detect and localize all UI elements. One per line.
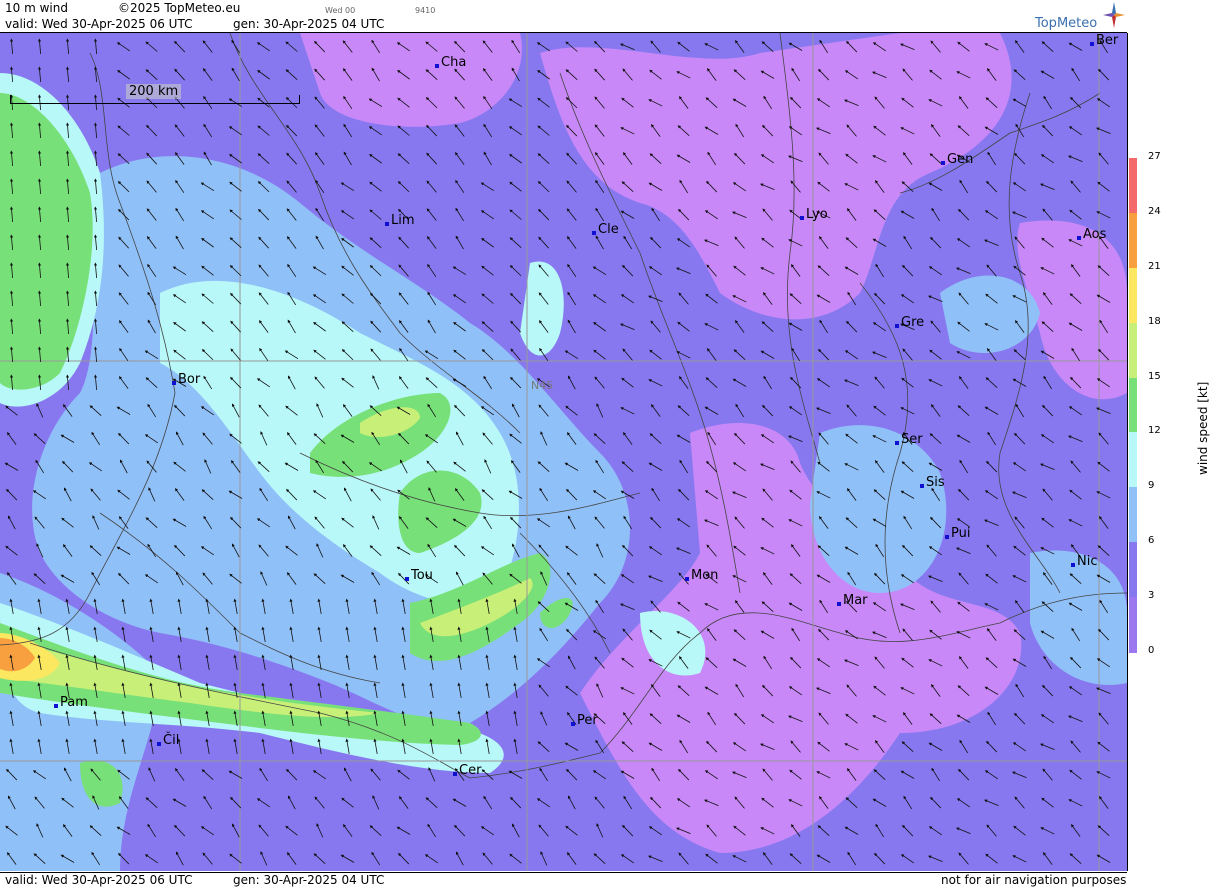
colorbar-title: wind speed [kt] — [1196, 381, 1210, 475]
colorbar-tick-label: 3 — [1148, 590, 1155, 602]
city-marker-icon — [920, 484, 924, 488]
generated-time: gen: 30-Apr-2025 04 UTC — [233, 17, 385, 31]
city-marker-icon — [453, 772, 457, 776]
city-marker-icon — [385, 222, 389, 226]
colorbar-tick-label: 21 — [1148, 260, 1161, 272]
colorbar-segment — [1129, 432, 1137, 489]
colorbar-tick-label: 0 — [1148, 645, 1155, 656]
colorbar-tick-label: 18 — [1148, 315, 1161, 327]
city-marker-icon — [1077, 236, 1081, 240]
wind-speed-colorbar — [1129, 158, 1137, 653]
city-marker-icon — [941, 161, 945, 165]
valid-time: valid: Wed 30-Apr-2025 06 UTC — [5, 17, 193, 31]
frame-label: Wed 00 — [325, 6, 356, 15]
footer-valid-time: valid: Wed 30-Apr-2025 06 UTC — [5, 873, 193, 887]
colorbar-segment — [1129, 212, 1137, 269]
city-marker-icon — [837, 602, 841, 606]
city-marker-icon — [895, 441, 899, 445]
product-title: 10 m wind — [5, 1, 68, 15]
colorbar-segment — [1129, 158, 1137, 214]
city-marker-icon — [54, 704, 58, 708]
code-label: 9410 — [415, 6, 436, 15]
city-marker-icon — [685, 577, 689, 581]
wind-map[interactable]: 200 km N45 Cha Ber Gen Lim Cle Lyo Aos G… — [0, 33, 1128, 871]
colorbar-segment — [1129, 597, 1137, 653]
footer-generated-time: gen: 30-Apr-2025 04 UTC — [233, 873, 385, 887]
colorbar-segment — [1129, 267, 1137, 324]
logo-text: TopMeteo — [1035, 16, 1098, 31]
city-marker-icon — [405, 577, 409, 581]
colorbar-tick-label: 12 — [1148, 425, 1161, 437]
city-marker-icon — [945, 535, 949, 539]
footer-disclaimer: not for air navigation purposes — [941, 873, 1127, 887]
colorbar-tick-label: 15 — [1148, 370, 1161, 382]
city-marker-icon — [1090, 42, 1094, 46]
copyright-text: ©2025 TopMeteo.eu — [118, 1, 241, 15]
city-marker-icon — [157, 742, 161, 746]
latitude-label: N45 — [531, 379, 554, 392]
colorbar-tick-label: 9 — [1148, 480, 1155, 492]
colorbar-tick-label: 24 — [1148, 205, 1161, 217]
city-marker-icon — [895, 324, 899, 328]
city-marker-icon — [800, 216, 804, 220]
city-marker-icon — [592, 231, 596, 235]
city-marker-icon — [571, 722, 575, 726]
colorbar-segment — [1129, 377, 1137, 434]
colorbar-tick-label: 27 — [1148, 151, 1161, 162]
city-marker-icon — [172, 381, 176, 385]
scale-label: 200 km — [126, 84, 182, 99]
colorbar-segment — [1129, 487, 1137, 544]
city-marker-icon — [435, 64, 439, 68]
city-marker-icon — [1071, 563, 1075, 567]
compass-star-icon — [1103, 2, 1125, 28]
colorbar-segment — [1129, 542, 1137, 599]
colorbar-segment — [1129, 322, 1137, 379]
colorbar-tick-label: 6 — [1148, 535, 1155, 547]
topmeteo-logo: TopMeteo — [1035, 2, 1127, 32]
map-footer: valid: Wed 30-Apr-2025 06 UTC gen: 30-Ap… — [0, 872, 1127, 888]
map-header: 10 m wind ©2025 TopMeteo.eu Wed 00 9410 … — [0, 0, 1127, 33]
